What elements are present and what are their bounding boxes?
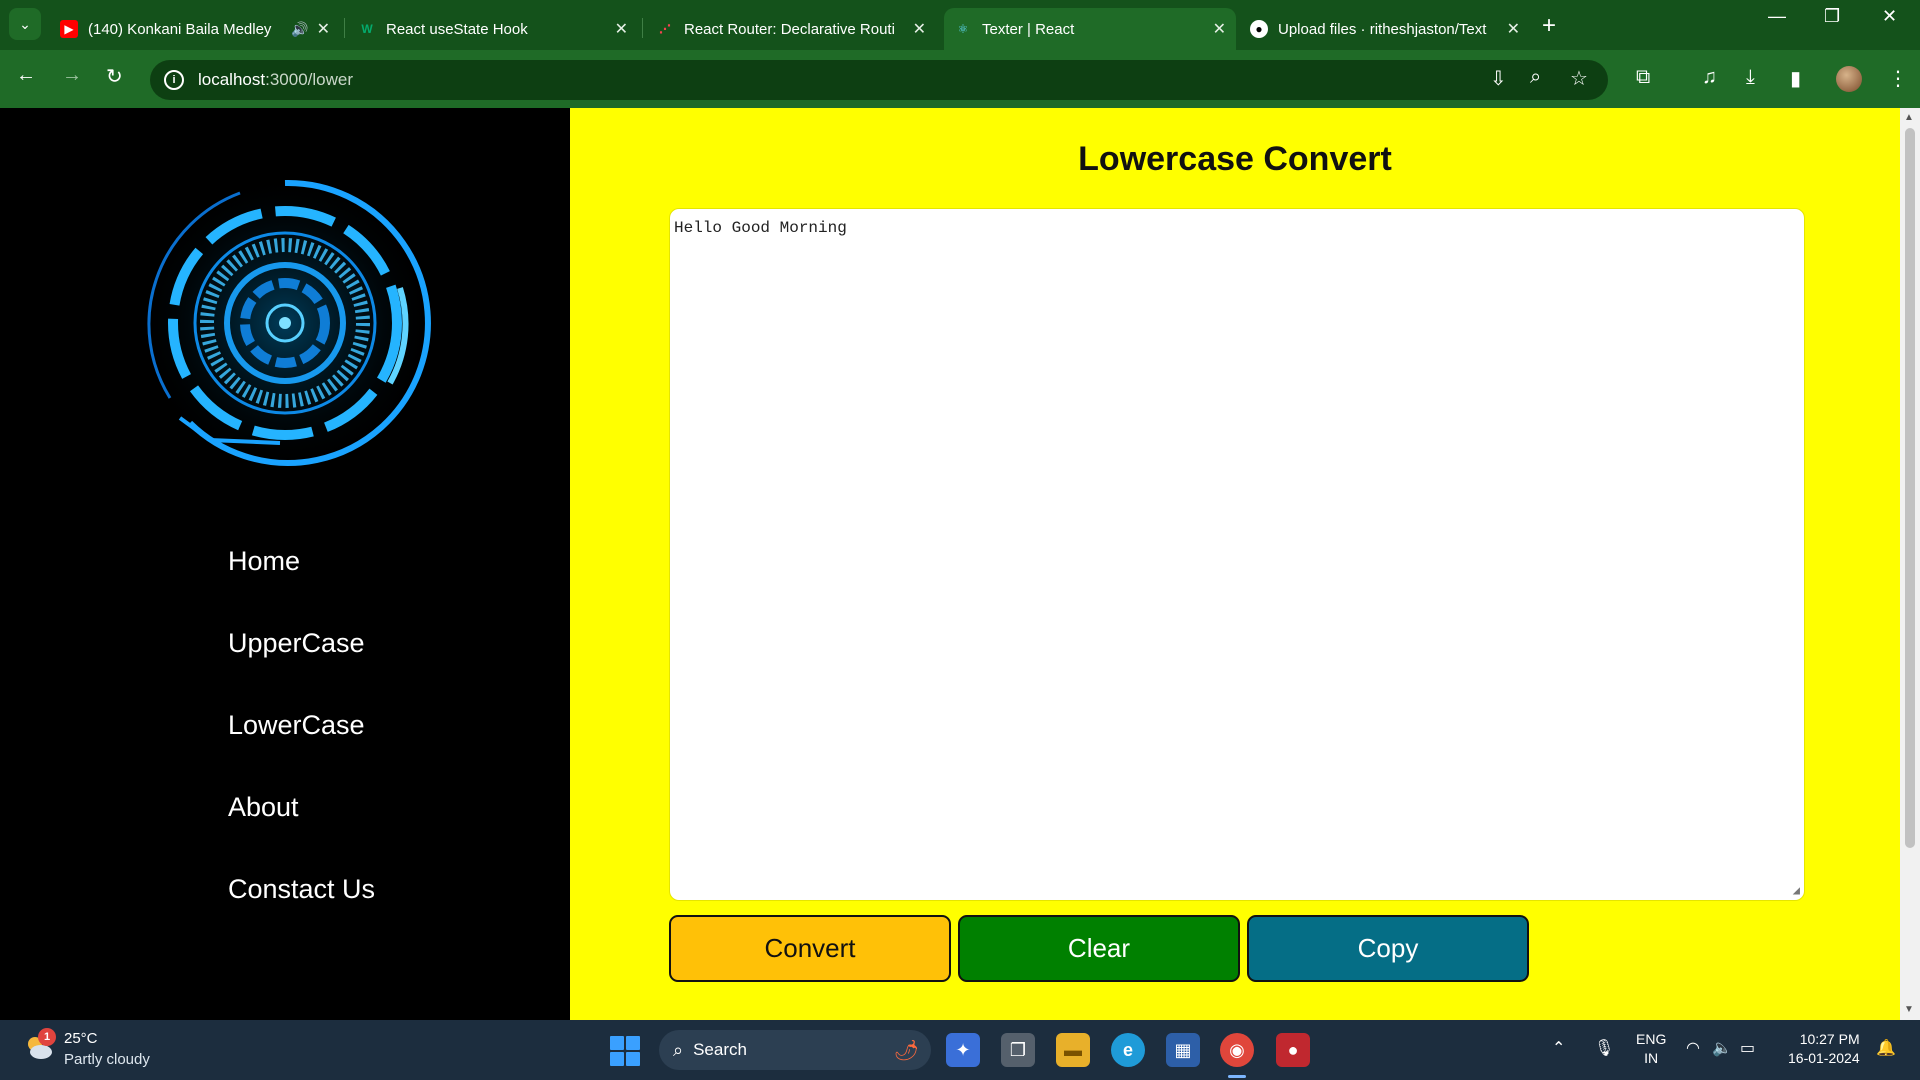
hud-circle-logo: [135, 173, 435, 473]
tab-react-router[interactable]: ⋰ React Router: Declarative Routi ✕: [646, 8, 936, 50]
sidebar-nav: Home UpperCase LowerCase About Constact …: [228, 544, 375, 954]
page-scrollbar[interactable]: ▲ ▼: [1900, 108, 1920, 1020]
nav-lowercase[interactable]: LowerCase: [228, 708, 375, 790]
downloads-icon[interactable]: ⤓: [1746, 66, 1755, 89]
tab-divider: [344, 18, 345, 38]
close-tab-icon[interactable]: ✕: [1507, 19, 1520, 39]
back-icon[interactable]: ←: [16, 64, 36, 87]
profile-avatar[interactable]: [1836, 66, 1862, 92]
youtube-icon: ▶: [60, 20, 78, 38]
extensions-icon[interactable]: ⧉: [1636, 66, 1650, 89]
nav-contact-us[interactable]: Constact Us: [228, 872, 375, 954]
github-icon: ●: [1250, 20, 1268, 38]
menu-kebab-icon[interactable]: ⋮: [1888, 66, 1908, 91]
weather-temperature[interactable]: 25°C: [64, 1030, 98, 1047]
nav-uppercase[interactable]: UpperCase: [228, 626, 375, 708]
new-tab-button[interactable]: +: [1542, 12, 1556, 40]
copilot-icon[interactable]: ✦: [946, 1033, 980, 1067]
active-app-indicator: [1228, 1075, 1246, 1078]
tab-title: Texter | React: [982, 20, 1075, 38]
volume-icon[interactable]: 🔈: [1712, 1038, 1732, 1058]
nav-about[interactable]: About: [228, 790, 375, 872]
tab-divider: [642, 18, 643, 38]
tab-title: React useState Hook: [386, 20, 528, 38]
react-icon: ⚛: [957, 22, 969, 36]
page-title: Lowercase Convert: [1078, 140, 1392, 178]
restore-icon[interactable]: ❐: [1824, 6, 1840, 27]
windows-start-icon[interactable]: [610, 1036, 640, 1066]
chevron-up-icon[interactable]: ⌃: [1552, 1038, 1565, 1058]
close-tab-icon[interactable]: ✕: [1213, 19, 1226, 39]
microphone-icon[interactable]: 🎙: [1594, 1038, 1614, 1058]
tab-title: Upload files · ritheshjaston/Text: [1278, 20, 1487, 38]
tab-title: (140) Konkani Baila Medley: [88, 20, 272, 38]
page-viewport: Home UpperCase LowerCase About Constact …: [0, 108, 1920, 1020]
address-bar[interactable]: i localhost:3000/lower: [150, 60, 1608, 100]
tab-youtube[interactable]: ▶ (140) Konkani Baila Medley 🔊 ✕: [50, 8, 340, 50]
system-clock[interactable]: 10:27 PM 16-01-2024: [1788, 1030, 1860, 1068]
url-path: :3000/lower: [265, 70, 353, 89]
close-tab-icon[interactable]: ✕: [317, 19, 330, 39]
install-app-icon[interactable]: ⇩: [1490, 66, 1507, 91]
textarea-value: Hello Good Morning: [674, 219, 847, 237]
close-window-icon[interactable]: ✕: [1882, 6, 1897, 27]
task-view-icon[interactable]: ❐: [1001, 1033, 1035, 1067]
screen-recorder-icon[interactable]: ●: [1276, 1033, 1310, 1067]
sidebar: Home UpperCase LowerCase About Constact …: [0, 108, 570, 1020]
text-input-area[interactable]: Hello Good Morning ◢: [669, 208, 1805, 901]
file-explorer-icon[interactable]: ▬: [1056, 1033, 1090, 1067]
react-router-icon: ⋰: [659, 22, 671, 36]
taskbar-search[interactable]: ⌕ Search 🌶: [659, 1030, 931, 1070]
copy-button[interactable]: Copy: [1247, 915, 1529, 982]
weather-description[interactable]: Partly cloudy: [64, 1051, 150, 1068]
speaker-icon[interactable]: 🔊: [291, 21, 308, 38]
tab-title: React Router: Declarative Routi: [684, 20, 895, 38]
minimize-icon[interactable]: —: [1768, 6, 1786, 27]
main-panel: Lowercase Convert Hello Good Morning ◢ C…: [570, 108, 1900, 1020]
zoom-icon[interactable]: ⌕: [1530, 66, 1541, 89]
region-code: IN: [1644, 1050, 1659, 1066]
tab-texter[interactable]: ⚛ Texter | React ✕: [944, 8, 1236, 50]
url-host: localhost: [198, 70, 266, 89]
forward-icon[interactable]: →: [62, 64, 82, 87]
search-icon: ⌕: [673, 1039, 684, 1060]
weather-badge: 1: [38, 1028, 56, 1046]
site-info-icon[interactable]: i: [164, 70, 184, 90]
language-code: ENG: [1636, 1031, 1667, 1047]
convert-button[interactable]: Convert: [669, 915, 951, 982]
microsoft-store-icon[interactable]: ▦: [1166, 1033, 1200, 1067]
browser-tab-strip: ⌄ ▶ (140) Konkani Baila Medley 🔊 ✕ W Rea…: [0, 0, 1920, 50]
tab-search-button[interactable]: ⌄: [9, 8, 41, 40]
scroll-down-icon[interactable]: ▼: [1904, 1004, 1914, 1015]
chevron-down-icon: ⌄: [19, 15, 31, 32]
chrome-icon[interactable]: ◉: [1220, 1033, 1254, 1067]
reload-icon[interactable]: ↻: [106, 64, 123, 89]
bookmark-star-icon[interactable]: ☆: [1570, 66, 1588, 91]
search-label: Search: [693, 1040, 747, 1059]
media-control-icon[interactable]: ♫: [1702, 66, 1717, 89]
battery-icon[interactable]: ▭: [1740, 1038, 1755, 1058]
edge-icon[interactable]: e: [1111, 1033, 1145, 1067]
clock-time: 10:27 PM: [1799, 1031, 1860, 1047]
chili-search-highlight-icon: 🌶: [893, 1039, 919, 1062]
address-url: localhost:3000/lower: [198, 70, 353, 90]
clear-button[interactable]: Clear: [958, 915, 1240, 982]
scroll-up-icon[interactable]: ▲: [1904, 112, 1914, 123]
w3schools-icon: W: [361, 22, 373, 36]
scroll-thumb[interactable]: [1905, 128, 1915, 848]
close-tab-icon[interactable]: ✕: [913, 19, 926, 39]
wifi-icon[interactable]: ◠: [1686, 1038, 1700, 1058]
tab-github[interactable]: ● Upload files · ritheshjaston/Text ✕: [1240, 8, 1530, 50]
side-panel-icon[interactable]: ▮: [1790, 66, 1801, 91]
resize-grip-icon[interactable]: ◢: [1793, 883, 1800, 898]
notification-bell-icon[interactable]: 🔔: [1876, 1038, 1896, 1058]
clock-date: 16-01-2024: [1788, 1050, 1860, 1066]
close-tab-icon[interactable]: ✕: [615, 19, 628, 39]
nav-home[interactable]: Home: [228, 544, 375, 626]
windows-taskbar: 1 25°C Partly cloudy ⌕ Search 🌶 ✦ ❐ ▬ e …: [0, 1020, 1920, 1080]
tab-react-usestate[interactable]: W React useState Hook ✕: [348, 8, 638, 50]
language-indicator[interactable]: ENG IN: [1636, 1030, 1666, 1068]
